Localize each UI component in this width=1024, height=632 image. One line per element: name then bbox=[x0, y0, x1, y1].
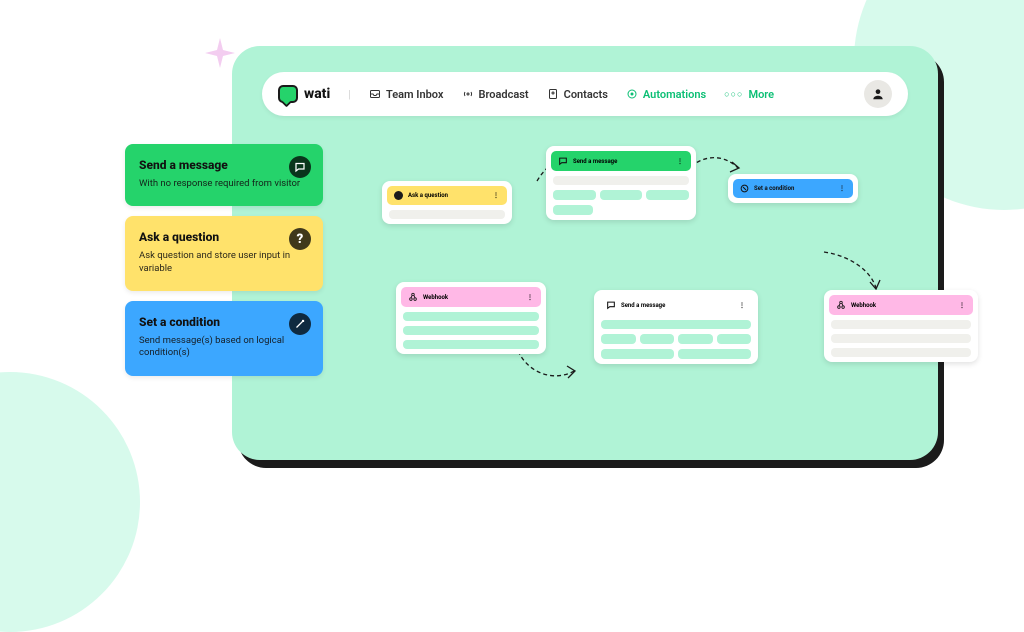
node-row bbox=[831, 334, 971, 343]
node-row bbox=[831, 320, 971, 329]
option-chip bbox=[717, 334, 752, 344]
node-title: Ask a question bbox=[408, 192, 448, 199]
option-chip bbox=[553, 190, 596, 200]
option-chip bbox=[600, 190, 643, 200]
nav-label: Contacts bbox=[564, 88, 608, 101]
node-send-message[interactable]: Send a message ⋮ bbox=[594, 290, 758, 364]
palette-set-condition[interactable]: Set a condition Send message(s) based on… bbox=[125, 301, 323, 376]
top-navbar: wati | Team Inbox Broadcast Contacts Aut… bbox=[262, 72, 908, 116]
person-icon bbox=[871, 87, 885, 101]
message-icon bbox=[606, 300, 616, 310]
node-webhook[interactable]: Webhook ⋮ bbox=[396, 282, 546, 354]
message-icon bbox=[289, 156, 311, 178]
node-title: Webhook bbox=[423, 294, 448, 301]
inbox-icon bbox=[369, 88, 381, 100]
option-chip bbox=[678, 334, 713, 344]
card-desc: With no response required from visitor bbox=[139, 178, 309, 190]
node-menu-icon[interactable]: ⋮ bbox=[739, 302, 746, 309]
node-header: Send a message ⋮ bbox=[551, 151, 691, 171]
broadcast-icon bbox=[462, 88, 474, 100]
node-field bbox=[389, 210, 505, 219]
node-title: Set a condition bbox=[754, 185, 794, 192]
nav-broadcast[interactable]: Broadcast bbox=[462, 88, 529, 101]
contacts-icon bbox=[547, 88, 559, 100]
nav-label: More bbox=[748, 88, 774, 101]
option-chip bbox=[553, 205, 593, 215]
more-icon: ○○○ bbox=[724, 89, 743, 100]
node-header: Send a message ⋮ bbox=[599, 295, 753, 315]
node-row bbox=[403, 340, 539, 349]
option-chip bbox=[601, 349, 674, 359]
node-menu-icon[interactable]: ⋮ bbox=[677, 158, 684, 165]
nav-automations[interactable]: Automations bbox=[626, 88, 706, 101]
nav-label: Team Inbox bbox=[386, 88, 444, 101]
node-menu-icon[interactable]: ⋮ bbox=[839, 185, 846, 192]
question-icon: ? bbox=[289, 228, 311, 250]
node-ask-question[interactable]: Ask a question ⋮ bbox=[382, 181, 512, 224]
block-palette: Send a message With no response required… bbox=[125, 144, 323, 376]
brand-logo-icon bbox=[278, 85, 298, 103]
sparkle-icon bbox=[205, 38, 235, 68]
webhook-icon bbox=[408, 292, 418, 302]
condition-icon bbox=[289, 313, 311, 335]
node-header: Webhook ⋮ bbox=[401, 287, 541, 307]
node-webhook[interactable]: Webhook ⋮ bbox=[824, 290, 978, 362]
question-icon bbox=[394, 191, 403, 200]
nav-label: Automations bbox=[643, 88, 706, 101]
nav-team-inbox[interactable]: Team Inbox bbox=[369, 88, 444, 101]
bg-blob-bottom bbox=[0, 372, 140, 632]
node-header: Webhook ⋮ bbox=[829, 295, 973, 315]
node-row bbox=[403, 326, 539, 335]
brand-name: wati bbox=[304, 86, 330, 102]
option-chip bbox=[640, 334, 675, 344]
node-row bbox=[403, 312, 539, 321]
message-icon bbox=[558, 156, 568, 166]
node-title: Send a message bbox=[621, 302, 665, 309]
node-menu-icon[interactable]: ⋮ bbox=[493, 192, 500, 199]
nav-more[interactable]: ○○○ More bbox=[724, 88, 774, 101]
node-row bbox=[601, 320, 751, 329]
node-header: Ask a question ⋮ bbox=[387, 186, 507, 205]
card-desc: Send message(s) based on logical conditi… bbox=[139, 335, 309, 360]
node-row bbox=[831, 348, 971, 357]
node-menu-icon[interactable]: ⋮ bbox=[527, 294, 534, 301]
card-title: Ask a question bbox=[139, 230, 309, 244]
nav-contacts[interactable]: Contacts bbox=[547, 88, 608, 101]
palette-ask-question[interactable]: ? Ask a question Ask question and store … bbox=[125, 216, 323, 291]
node-menu-icon[interactable]: ⋮ bbox=[959, 302, 966, 309]
condition-icon bbox=[740, 184, 749, 193]
automation-board: wati | Team Inbox Broadcast Contacts Aut… bbox=[232, 46, 938, 460]
option-chip bbox=[601, 334, 636, 344]
profile-avatar[interactable] bbox=[864, 80, 892, 108]
automations-icon bbox=[626, 88, 638, 100]
brand[interactable]: wati bbox=[278, 85, 330, 103]
node-send-message[interactable]: Send a message ⋮ bbox=[546, 146, 696, 220]
node-title: Webhook bbox=[851, 302, 876, 309]
connector-arrow bbox=[816, 246, 886, 296]
webhook-icon bbox=[836, 300, 846, 310]
card-desc: Ask question and store user input in var… bbox=[139, 250, 309, 275]
node-field bbox=[553, 176, 689, 185]
palette-send-message[interactable]: Send a message With no response required… bbox=[125, 144, 323, 206]
nav-label: Broadcast bbox=[479, 88, 529, 101]
option-chip bbox=[646, 190, 689, 200]
card-title: Send a message bbox=[139, 158, 309, 172]
node-title: Send a message bbox=[573, 158, 617, 165]
card-title: Set a condition bbox=[139, 315, 309, 329]
node-header: Set a condition ⋮ bbox=[733, 179, 853, 198]
node-set-condition[interactable]: Set a condition ⋮ bbox=[728, 174, 858, 203]
option-chip bbox=[678, 349, 751, 359]
